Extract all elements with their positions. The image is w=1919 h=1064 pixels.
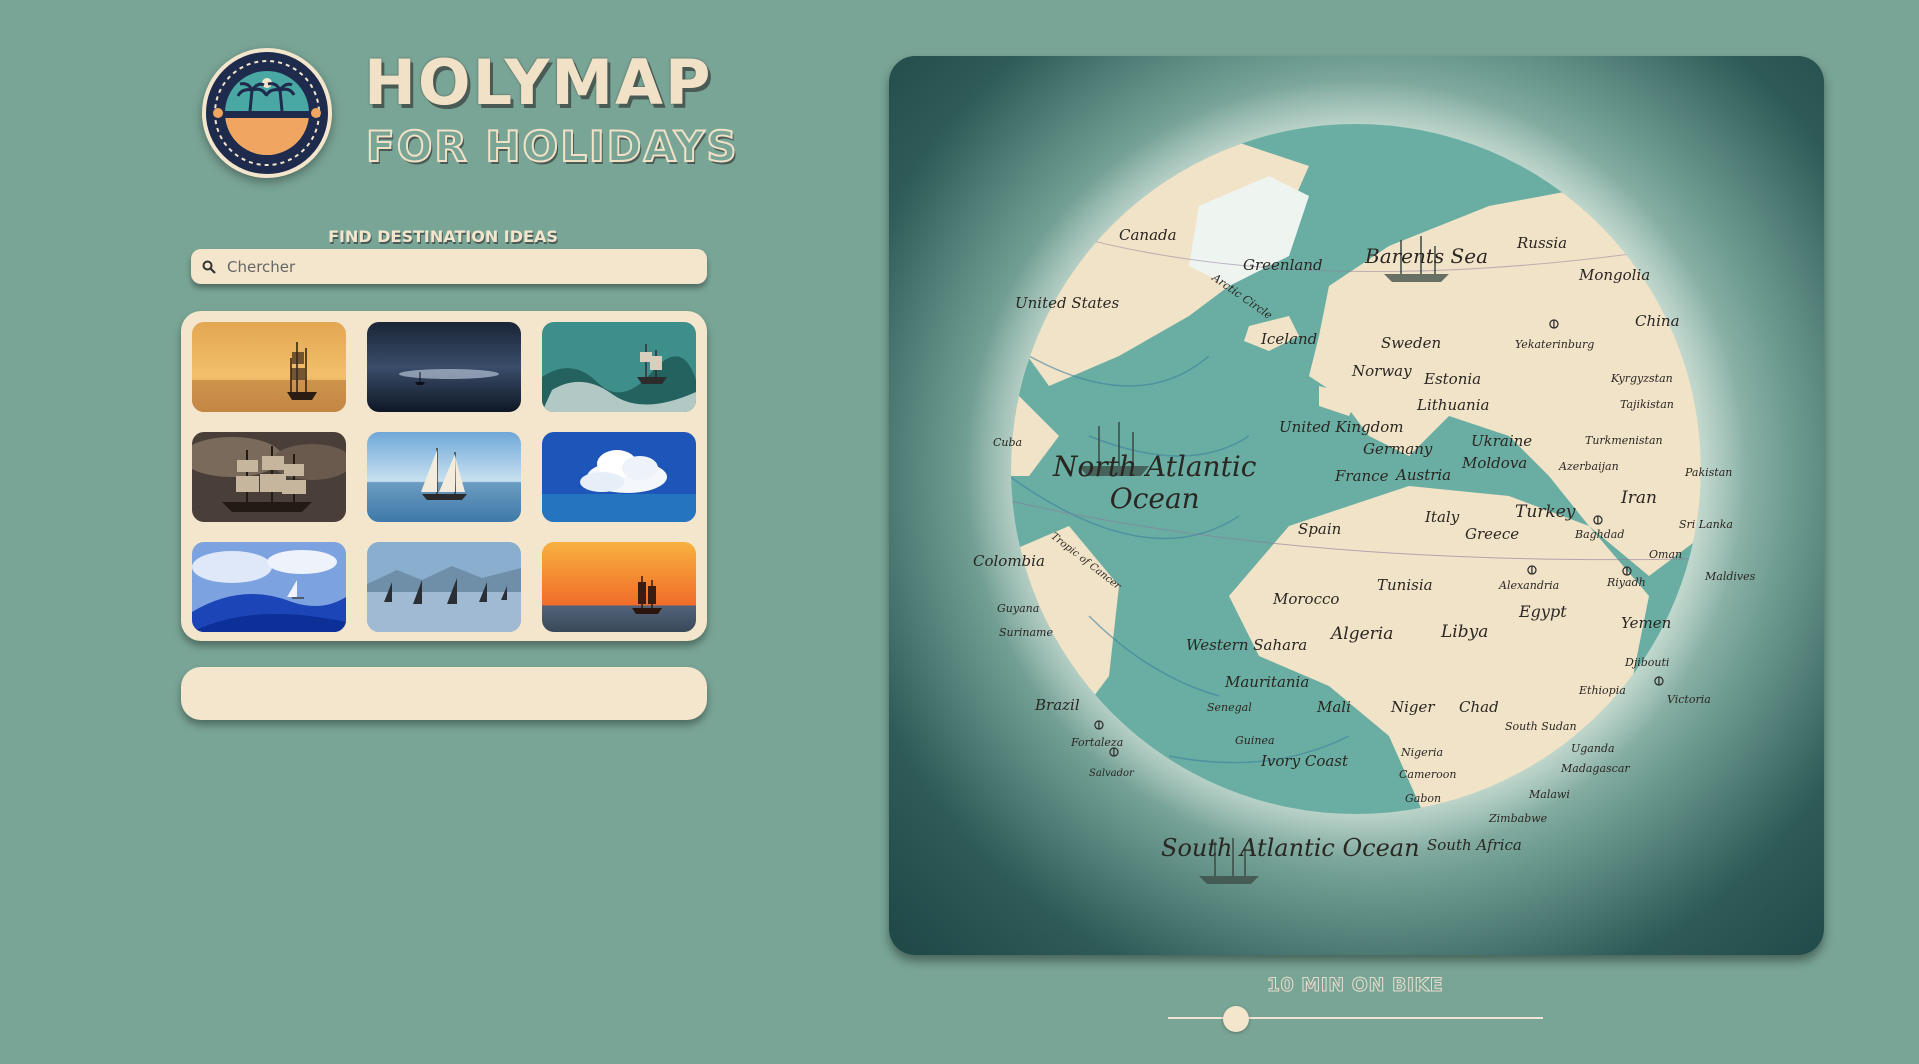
map-label: United States xyxy=(1015,294,1120,312)
map-label: Ivory Coast xyxy=(1261,752,1349,770)
map-label: Maldives xyxy=(1705,570,1756,583)
map-label: Germany xyxy=(1363,440,1433,458)
sea-label-barents: Barents Sea xyxy=(1365,244,1489,268)
map-label: Pakistan xyxy=(1685,466,1733,479)
map-label: Fortaleza xyxy=(1071,736,1124,749)
map-label: Azerbaijan xyxy=(1559,460,1619,473)
map-label: South Africa xyxy=(1427,836,1522,854)
map-label: Greece xyxy=(1465,525,1520,543)
gallery-thumb-sunset-tall-ship[interactable] xyxy=(192,322,346,412)
map-label: Moldova xyxy=(1462,454,1528,472)
search-bar[interactable] xyxy=(191,249,707,284)
map-label: Sri Lanka xyxy=(1679,518,1733,531)
map-label: Iran xyxy=(1621,488,1657,508)
map-label: Yekaterinburg xyxy=(1515,338,1595,351)
destination-gallery xyxy=(181,311,707,641)
map-label: Ukraine xyxy=(1471,432,1533,450)
map-label: Mongolia xyxy=(1579,266,1651,284)
map-label: Gabon xyxy=(1405,792,1442,805)
map-label: Chad xyxy=(1459,698,1499,716)
ocean-label-north-atlantic: North Atlantic Ocean xyxy=(1053,450,1257,515)
map-label: Turkmenistan xyxy=(1585,434,1663,447)
map-label: Djibouti xyxy=(1625,656,1670,669)
search-input[interactable] xyxy=(227,257,667,276)
map-label: Greenland xyxy=(1243,256,1323,274)
gallery-thumb-regatta-sailboats[interactable] xyxy=(367,542,521,632)
map-label: Malawi xyxy=(1529,788,1570,801)
map-label: Turkey xyxy=(1515,502,1576,522)
ocean-label-south-atlantic: South Atlantic Ocean xyxy=(1161,834,1420,862)
map-label: Italy xyxy=(1425,508,1460,526)
map-label: Baghdad xyxy=(1575,528,1625,541)
map-label: Tunisia xyxy=(1377,576,1433,594)
map-label: Senegal xyxy=(1207,701,1252,714)
gallery-thumb-cumulus-cloud-sea[interactable] xyxy=(542,432,696,522)
map-label: Spain xyxy=(1298,520,1342,538)
destination-info-bar xyxy=(181,667,707,720)
map-label: Ethiopia xyxy=(1579,684,1626,697)
map-label: Mauritania xyxy=(1225,673,1310,691)
map-label: United Kingdom xyxy=(1279,418,1404,436)
map-label: Russia xyxy=(1517,234,1568,252)
map-label: Western Sahara xyxy=(1186,636,1308,654)
gallery-thumb-night-sea-boat[interactable] xyxy=(367,322,521,412)
logo-badge xyxy=(202,48,332,178)
map-label: Colombia xyxy=(973,552,1045,570)
map-label: Brazil xyxy=(1035,696,1080,714)
map-label: Victoria xyxy=(1667,693,1711,706)
map-label: Norway xyxy=(1352,362,1412,380)
map-label: Oman xyxy=(1649,548,1683,561)
gallery-thumb-blue-wave-sailboat[interactable] xyxy=(192,542,346,632)
map-label: Guyana xyxy=(997,602,1040,615)
map-label: Guinea xyxy=(1235,734,1275,747)
gallery-thumb-sailing-ship-clouds[interactable] xyxy=(192,432,346,522)
map-label: France xyxy=(1335,467,1389,485)
travel-time-slider-thumb[interactable] xyxy=(1222,1006,1249,1032)
map-label: Estonia xyxy=(1424,370,1482,388)
map-label: Lithuania xyxy=(1417,396,1490,414)
world-map[interactable]: North Atlantic Ocean South Atlantic Ocean… xyxy=(889,56,1824,955)
map-label: Uganda xyxy=(1571,742,1615,755)
map-label: Egypt xyxy=(1519,602,1567,621)
map-label: Suriname xyxy=(999,626,1053,639)
map-label: South Sudan xyxy=(1505,720,1577,733)
search-heading: FIND DESTINATION IDEAS xyxy=(328,227,558,246)
map-label: Nigeria xyxy=(1401,746,1444,759)
map-label: Tajikistan xyxy=(1620,398,1674,411)
map-label: Kyrgyzstan xyxy=(1611,372,1673,385)
map-label: Madagascar xyxy=(1561,762,1630,775)
palm-island-logo-icon xyxy=(213,60,321,166)
map-label: Cuba xyxy=(993,436,1023,449)
map-label: Sweden xyxy=(1381,334,1442,352)
map-label: Alexandria xyxy=(1499,579,1560,592)
map-label: Mali xyxy=(1317,698,1351,716)
map-label: Niger xyxy=(1391,698,1435,716)
map-label: Cameroon xyxy=(1399,768,1457,781)
map-label: Algeria xyxy=(1331,624,1394,644)
map-label: Salvador xyxy=(1089,768,1134,779)
brand-title: HOLYMAP xyxy=(364,46,713,119)
brand-subtitle: FOR HOLIDAYS xyxy=(365,122,739,171)
map-label: China xyxy=(1635,312,1680,330)
gallery-thumb-orange-sunset-ship[interactable] xyxy=(542,542,696,632)
map-label: Morocco xyxy=(1273,590,1340,608)
map-label: Zimbabwe xyxy=(1489,812,1548,825)
map-label: Libya xyxy=(1441,622,1489,642)
map-label: Canada xyxy=(1119,226,1177,244)
gallery-thumb-stormy-waves-ship[interactable] xyxy=(542,322,696,412)
gallery-thumb-schooner-calm-sea[interactable] xyxy=(367,432,521,522)
travel-time-label: 10 MIN ON BIKE xyxy=(1266,974,1444,997)
map-label: Yemen xyxy=(1621,614,1672,632)
search-icon xyxy=(202,260,216,274)
map-label: Iceland xyxy=(1261,330,1318,348)
globe-map-graphic xyxy=(966,79,1746,884)
map-label: Riyadh xyxy=(1607,576,1646,589)
map-label: Austria xyxy=(1396,466,1452,484)
